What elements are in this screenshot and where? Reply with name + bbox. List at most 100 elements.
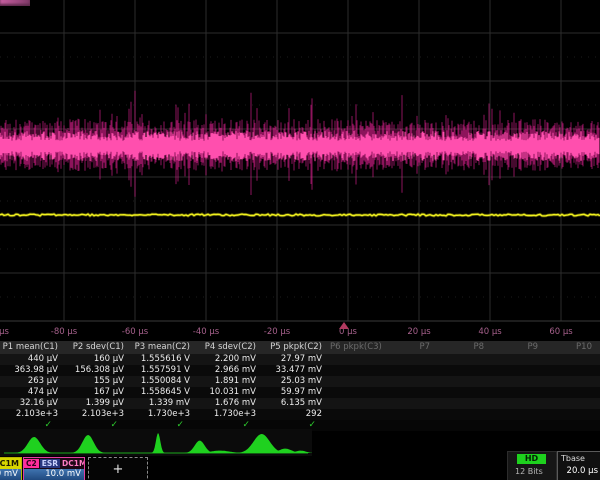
measurement-value-cell: 156.308 µV — [66, 365, 132, 376]
measurement-value-cell — [384, 354, 438, 365]
measurement-header-p3[interactable]: P3 mean(C2) — [132, 341, 198, 354]
measurement-header-p7[interactable]: P7 — [384, 341, 438, 354]
measurement-value-cell: 1.339 mV — [132, 398, 198, 409]
timebase-label: Tbase — [561, 454, 585, 463]
measurement-table: P1 mean(C1)P2 sdev(C1)P3 mean(C2)P4 sdev… — [0, 341, 600, 431]
measurement-header-p6[interactable]: P6 pkpk(C3) — [330, 341, 384, 354]
measurement-value-cell: 440 µV — [0, 354, 66, 365]
measurement-value-cell — [384, 398, 438, 409]
histicon-peak — [71, 435, 105, 453]
measurement-value-cell: 1.557591 V — [132, 365, 198, 376]
measurement-value-cell: 2.200 mV — [198, 354, 264, 365]
c2-label: C2 — [24, 459, 39, 468]
measurement-header-p1[interactable]: P1 mean(C1) — [0, 341, 66, 354]
trigger-position-marker[interactable] — [339, 322, 349, 329]
c2-scale: 10.0 mV — [24, 469, 84, 480]
measurement-value-cell — [384, 376, 438, 387]
time-tick-label: -80 µs — [51, 327, 77, 337]
measurement-header-row: P1 mean(C1)P2 sdev(C1)P3 mean(C2)P4 sdev… — [0, 341, 600, 354]
measurement-header-p9[interactable]: P9 — [492, 341, 546, 354]
time-tick-label: 60 µs — [549, 327, 572, 337]
measurement-header-p10[interactable]: P10 — [546, 341, 600, 354]
measurement-value-cell — [492, 376, 546, 387]
timebase-descriptor[interactable]: Tbase 20.0 µs — [557, 451, 600, 480]
bit-resolution: 12 Bits — [515, 467, 543, 476]
measurement-value-cell — [330, 387, 384, 398]
measurement-value-cell: 155 µV — [66, 376, 132, 387]
measurement-value-cell — [438, 376, 492, 387]
measurement-value-cell: 32.16 µV — [0, 398, 66, 409]
time-tick-label: -60 µs — [122, 327, 148, 337]
measurement-value-cell — [492, 365, 546, 376]
time-tick-label: 20 µs — [407, 327, 430, 337]
measurement-value-cell: 1.555616 V — [132, 354, 198, 365]
time-tick-label: -20 µs — [264, 327, 290, 337]
oscilloscope-screen: -100 µs-80 µs-60 µs-40 µs-20 µs0 µs20 µs… — [0, 0, 600, 480]
measurement-stat-row: 474 µV167 µV1.558645 V10.031 mV59.97 mV — [0, 387, 600, 398]
measurement-histicons[interactable] — [0, 429, 312, 456]
channel-c2-descriptor[interactable]: C2 ESR DC1M 10.0 mV — [23, 457, 85, 480]
measurement-value-cell: 25.03 mV — [264, 376, 330, 387]
measurement-stat-row: 263 µV155 µV1.550084 V1.891 mV25.03 mV — [0, 376, 600, 387]
measurement-value-cell — [330, 398, 384, 409]
time-axis: -100 µs-80 µs-60 µs-40 µs-20 µs0 µs20 µs… — [0, 322, 600, 341]
measurement-header-p2[interactable]: P2 sdev(C1) — [66, 341, 132, 354]
acquisition-panel[interactable]: HD 12 Bits — [507, 451, 557, 480]
measurement-value-cell — [438, 354, 492, 365]
measurement-stat-row: 2.103e+32.103e+31.730e+31.730e+3292 — [0, 409, 600, 420]
measurement-value-cell — [492, 387, 546, 398]
measurement-value-cell: 292 — [264, 409, 330, 420]
measurement-value-cell — [492, 398, 546, 409]
c2-esr-badge: ESR — [40, 459, 60, 468]
measurement-value-cell: 1.730e+3 — [132, 409, 198, 420]
measurement-value-cell — [384, 409, 438, 420]
measurement-value-cell — [546, 398, 600, 409]
measurement-value-cell — [384, 365, 438, 376]
measurement-value-cell: 10.031 mV — [198, 387, 264, 398]
measurement-value-cell — [384, 387, 438, 398]
c1-scale: 10.0 mV — [0, 469, 21, 480]
measurement-value-cell: 1.558645 V — [132, 387, 198, 398]
measurement-value-cell: 2.103e+3 — [66, 409, 132, 420]
measurement-value-cell: 6.135 mV — [264, 398, 330, 409]
c1-coupling: DC1M — [0, 459, 19, 468]
descriptor-bar: C1 DC1M 10.0 mV C2 ESR DC1M 10.0 mV + HD… — [0, 456, 600, 480]
measurement-stat-row: 440 µV160 µV1.555616 V2.200 mV27.97 mV — [0, 354, 600, 365]
measurement-value-cell: 1.676 mV — [198, 398, 264, 409]
measurement-value-cell: 363.98 µV — [0, 365, 66, 376]
measurement-header-p4[interactable]: P4 sdev(C2) — [198, 341, 264, 354]
hd-mode-badge: HD — [517, 454, 546, 464]
measurement-value-cell — [438, 409, 492, 420]
measurement-value-cell — [546, 387, 600, 398]
measurement-value-cell: 474 µV — [0, 387, 66, 398]
measurement-header-p8[interactable]: P8 — [438, 341, 492, 354]
plus-icon: + — [113, 462, 124, 477]
measurement-value-cell: 1.399 µV — [66, 398, 132, 409]
measurement-value-cell — [438, 398, 492, 409]
measurement-value-cell — [330, 365, 384, 376]
measurement-value-cell — [330, 409, 384, 420]
measurement-value-cell — [330, 354, 384, 365]
channel-c1-descriptor[interactable]: C1 DC1M 10.0 mV — [0, 457, 22, 480]
measurement-header-p5[interactable]: P5 pkpk(C2) — [264, 341, 330, 354]
measurement-value-cell: 2.103e+3 — [0, 409, 66, 420]
measurement-value-cell — [546, 354, 600, 365]
add-trace-slot[interactable]: + — [88, 457, 148, 480]
measurement-value-cell: 167 µV — [66, 387, 132, 398]
measurement-value-cell: 1.891 mV — [198, 376, 264, 387]
waveform-plot[interactable] — [0, 0, 600, 322]
c2-coupling: DC1M — [62, 459, 84, 468]
measurement-value-cell — [546, 409, 600, 420]
measurement-value-cell — [546, 376, 600, 387]
time-tick-label: 40 µs — [478, 327, 501, 337]
time-tick-label: -100 µs — [0, 327, 9, 337]
measurement-value-cell: 160 µV — [66, 354, 132, 365]
measurement-value-cell — [438, 365, 492, 376]
measurement-value-cell — [492, 354, 546, 365]
measurement-stat-row: 32.16 µV1.399 µV1.339 mV1.676 mV6.135 mV — [0, 398, 600, 409]
histicon-peak — [238, 434, 286, 453]
measurement-value-cell: 263 µV — [0, 376, 66, 387]
measurement-value-cell — [492, 409, 546, 420]
measurement-value-cell: 33.477 mV — [264, 365, 330, 376]
histicon-peak — [185, 441, 215, 453]
